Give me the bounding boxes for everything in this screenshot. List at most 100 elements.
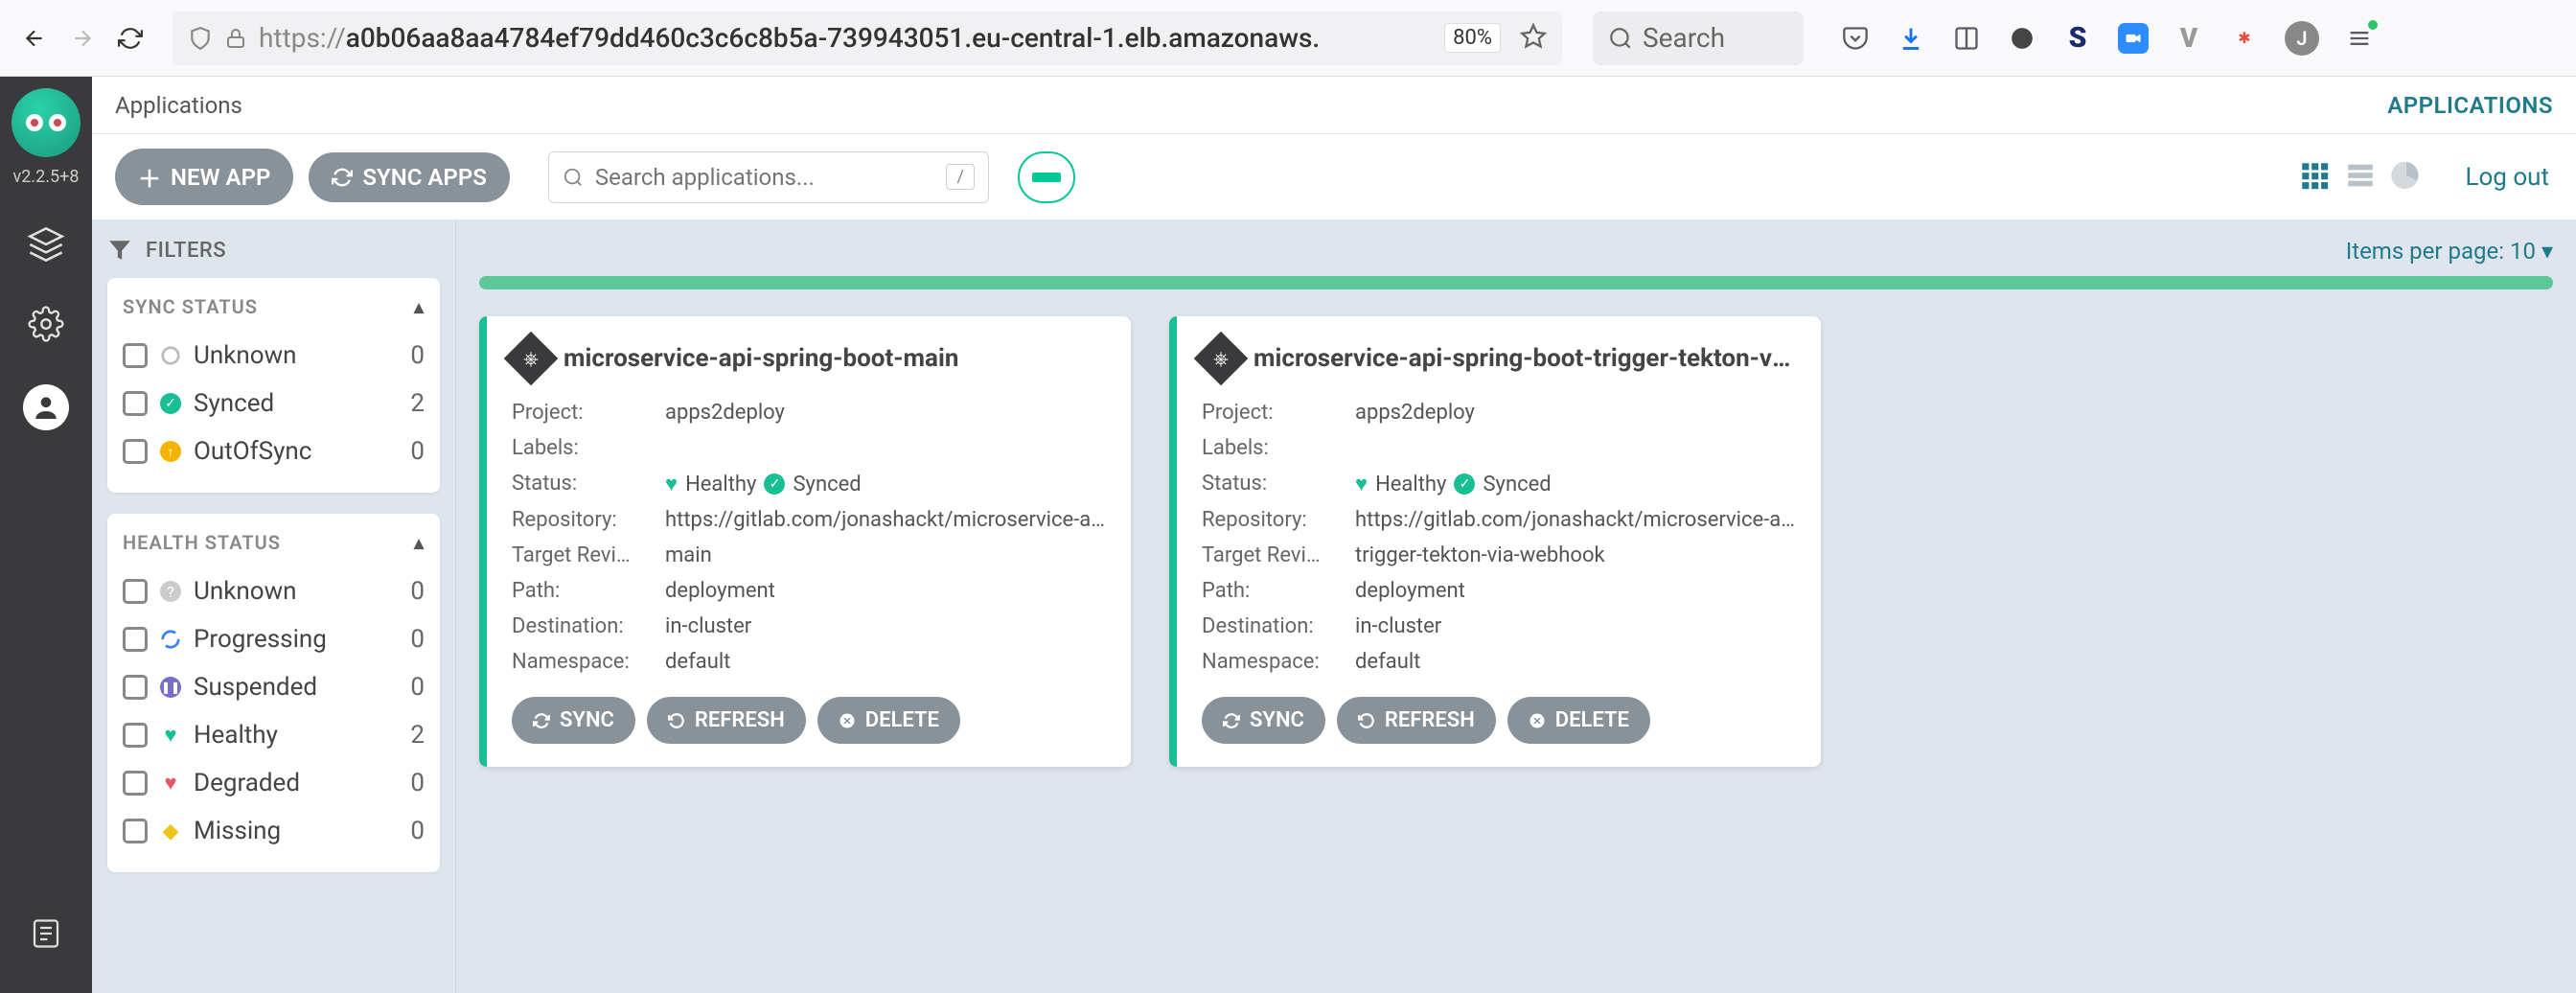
applications-nav-icon[interactable] — [27, 225, 65, 267]
profile-avatar[interactable]: J — [2285, 21, 2319, 56]
search-applications-input[interactable] — [595, 164, 935, 191]
filter-row-unknown[interactable]: Unknown 0 — [123, 332, 425, 380]
filter-count: 2 — [410, 721, 425, 750]
filter-row-unknown[interactable]: ? Unknown 0 — [123, 567, 425, 615]
field-label: Project: — [1202, 401, 1355, 425]
filter-count: 0 — [410, 341, 425, 370]
settings-nav-icon[interactable] — [28, 306, 64, 346]
pie-view-icon[interactable] — [2390, 159, 2423, 196]
h-degraded-icon: ♥ — [159, 772, 182, 795]
refresh-button[interactable]: REFRESH — [1337, 697, 1496, 744]
filter-checkbox[interactable] — [123, 579, 148, 604]
filter-checkbox[interactable] — [123, 723, 148, 748]
h-healthy-icon: ♥ — [159, 724, 182, 747]
field-label: Path: — [512, 579, 665, 603]
search-icon — [563, 167, 584, 188]
field-value — [665, 436, 1106, 460]
unknown-icon — [159, 344, 182, 367]
back-button[interactable] — [19, 23, 50, 54]
h-missing-icon: ◆ — [159, 820, 182, 843]
v-extension-icon[interactable]: V — [2174, 23, 2204, 54]
filter-row-missing[interactable]: ◆ Missing 0 — [123, 807, 425, 855]
filter-label: Synced — [194, 389, 274, 418]
hamburger-menu-icon[interactable] — [2344, 23, 2375, 54]
filter-checkbox[interactable] — [123, 343, 148, 368]
logout-link[interactable]: Log out — [2465, 163, 2549, 192]
refresh-button[interactable]: REFRESH — [647, 697, 806, 744]
chevron-up-icon[interactable]: ▴ — [414, 531, 425, 554]
h-progressing-icon — [159, 628, 182, 651]
filter-label: Progressing — [194, 625, 327, 654]
octopus-extension-icon[interactable]: ✱ — [2229, 23, 2260, 54]
filter-row-synced[interactable]: ✓ Synced 2 — [123, 380, 425, 427]
user-nav-icon[interactable] — [23, 384, 69, 430]
forward-button[interactable] — [67, 23, 98, 54]
url-bar[interactable]: https://a0b06aa8aa4784ef79dd460c3c6c8b5a… — [172, 12, 1562, 65]
zoom-extension-icon[interactable] — [2118, 23, 2149, 54]
filter-count: 0 — [410, 817, 425, 845]
sync-button[interactable]: SYNC — [512, 697, 635, 744]
app-name: microservice-api-spring-boot-trigger-tek… — [1254, 344, 1796, 373]
field-value: apps2deploy — [1355, 401, 1796, 425]
browser-chrome: https://a0b06aa8aa4784ef79dd460c3c6c8b5a… — [0, 0, 2576, 77]
filter-checkbox[interactable] — [123, 771, 148, 796]
download-icon[interactable] — [1896, 23, 1926, 54]
new-app-button[interactable]: ＋NEW APP — [115, 149, 293, 205]
tile-view-icon[interactable] — [2298, 159, 2331, 196]
sync-button[interactable]: SYNC — [1202, 697, 1325, 744]
search-applications[interactable]: / — [548, 151, 989, 203]
filter-label: Unknown — [194, 577, 296, 606]
list-view-icon[interactable] — [2344, 159, 2377, 196]
field-label: Path: — [1202, 579, 1355, 603]
browser-search[interactable]: Search — [1593, 12, 1804, 65]
docs-nav-icon[interactable] — [29, 916, 63, 955]
field-value: deployment — [1355, 579, 1796, 603]
argo-logo[interactable] — [12, 88, 80, 157]
filter-checkbox[interactable] — [123, 675, 148, 700]
filter-count: 0 — [410, 577, 425, 606]
field-label: Target Revi… — [512, 543, 665, 567]
app-card[interactable]: ⎈ microservice-api-spring-boot-main Proj… — [479, 316, 1131, 767]
zoom-badge[interactable]: 80% — [1444, 23, 1501, 53]
delete-button[interactable]: DELETE — [817, 697, 960, 744]
breadcrumb-right[interactable]: APPLICATIONS — [2387, 92, 2553, 119]
shield-icon — [188, 26, 213, 51]
filter-row-healthy[interactable]: ♥ Healthy 2 — [123, 711, 425, 759]
filter-row-suspended[interactable]: ❚❚ Suspended 0 — [123, 663, 425, 711]
filter-checkbox[interactable] — [123, 391, 148, 416]
filter-count: 0 — [410, 437, 425, 466]
field-label: Destination: — [512, 614, 665, 638]
filter-row-degraded[interactable]: ♥ Degraded 0 — [123, 759, 425, 807]
filter-row-progressing[interactable]: Progressing 0 — [123, 615, 425, 663]
filter-checkbox[interactable] — [123, 627, 148, 652]
search-shortcut: / — [946, 164, 974, 190]
delete-icon — [1529, 712, 1546, 729]
sync-apps-button[interactable]: SYNC APPS — [309, 152, 510, 202]
filter-row-outofsync[interactable]: ↑ OutOfSync 0 — [123, 427, 425, 475]
filter-checkbox[interactable] — [123, 819, 148, 843]
ruler-toggle[interactable] — [1018, 151, 1075, 203]
globe-icon[interactable] — [2007, 23, 2037, 54]
app-card[interactable]: ⎈ microservice-api-spring-boot-trigger-t… — [1169, 316, 1821, 767]
nav-rail: v2.2.5+8 — [0, 77, 92, 993]
chevron-up-icon[interactable]: ▴ — [414, 295, 425, 318]
field-value: main — [665, 543, 1106, 567]
filter-label: Suspended — [194, 673, 317, 702]
field-value: ♥ Healthy ✓ Synced — [665, 472, 1106, 496]
s-extension-icon[interactable]: S — [2062, 23, 2093, 54]
bookmark-star-icon[interactable] — [1520, 23, 1547, 54]
sync-icon — [1223, 712, 1240, 729]
field-value: apps2deploy — [665, 401, 1106, 425]
items-per-page[interactable]: Items per page: 10▾ — [479, 238, 2553, 265]
field-value: default — [1355, 650, 1796, 674]
sync-status-filter-group: SYNC STATUS▴ Unknown 0 ✓ Synced 2 ↑ OutO… — [107, 278, 440, 493]
delete-button[interactable]: DELETE — [1507, 697, 1650, 744]
field-label: Labels: — [512, 436, 665, 460]
reader-icon[interactable] — [1951, 23, 1982, 54]
field-label: Namespace: — [1202, 650, 1355, 674]
field-label: Destination: — [1202, 614, 1355, 638]
synced-icon: ✓ — [159, 392, 182, 415]
reload-button[interactable] — [115, 23, 146, 54]
pocket-icon[interactable] — [1840, 23, 1871, 54]
filter-checkbox[interactable] — [123, 439, 148, 464]
